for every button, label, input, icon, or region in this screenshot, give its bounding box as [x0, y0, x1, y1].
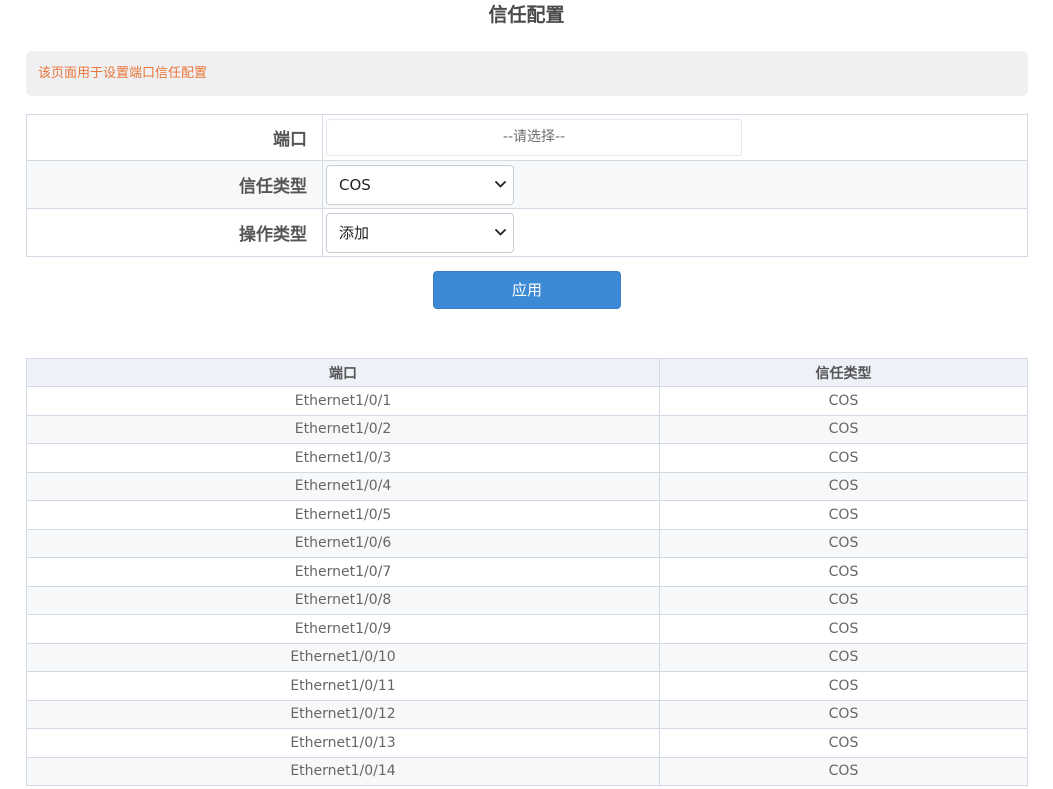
cell-port: Ethernet1/0/7 [26, 557, 660, 587]
cell-trust-type: COS [659, 386, 1028, 416]
table-row: Ethernet1/0/8 COS [26, 585, 1028, 615]
cell-port: Ethernet1/0/13 [26, 728, 660, 758]
table-row: Ethernet1/0/11 COS [26, 671, 1028, 701]
operation-type-selected-value: 添加 [339, 223, 370, 242]
column-header-port: 端口 [26, 358, 660, 387]
chevron-down-icon [494, 214, 506, 252]
cell-trust-type: COS [659, 528, 1028, 558]
page-description: 该页面用于设置端口信任配置 [26, 51, 1028, 96]
cell-port: Ethernet1/0/2 [26, 414, 660, 444]
table-row: Ethernet1/0/1 COS [26, 386, 1028, 416]
table-row: Ethernet1/0/3 COS [26, 443, 1028, 473]
table-header-row: 端口 信任类型 [26, 358, 1028, 387]
trust-type-label: 信任类型 [26, 160, 323, 209]
trust-type-select[interactable]: COS [326, 164, 514, 205]
cell-trust-type: COS [659, 471, 1028, 501]
cell-trust-type: COS [659, 756, 1028, 786]
table-row: Ethernet1/0/7 COS [26, 557, 1028, 587]
operation-type-cell: 添加 [322, 208, 1028, 257]
cell-port: Ethernet1/0/3 [26, 443, 660, 473]
chevron-down-icon [494, 166, 506, 204]
table-row: Ethernet1/0/14 COS [26, 756, 1028, 786]
table-row: Ethernet1/0/5 COS [26, 500, 1028, 530]
form-row-trust-type: 信任类型 COS [26, 160, 1028, 209]
cell-port: Ethernet1/0/4 [26, 471, 660, 501]
cell-port: Ethernet1/0/10 [26, 642, 660, 672]
cell-port: Ethernet1/0/11 [26, 671, 660, 701]
cell-trust-type: COS [659, 585, 1028, 615]
config-form: 端口 --请选择-- 信任类型 COS 操作类型 添加 [26, 114, 1028, 257]
trust-type-selected-value: COS [339, 175, 371, 194]
cell-trust-type: COS [659, 642, 1028, 672]
trust-config-table: 端口 信任类型 Ethernet1/0/1 COS Ethernet1/0/2 COS… [26, 358, 1028, 786]
cell-port: Ethernet1/0/1 [26, 386, 660, 416]
port-picker[interactable]: --请选择-- [326, 119, 742, 156]
form-row-port: 端口 --请选择-- [26, 114, 1028, 161]
table-row: Ethernet1/0/6 COS [26, 528, 1028, 558]
table-row: Ethernet1/0/2 COS [26, 414, 1028, 444]
table-row: Ethernet1/0/13 COS [26, 728, 1028, 758]
cell-port: Ethernet1/0/14 [26, 756, 660, 786]
cell-port: Ethernet1/0/9 [26, 614, 660, 644]
operation-type-select[interactable]: 添加 [326, 212, 514, 253]
operation-type-label: 操作类型 [26, 208, 323, 257]
cell-trust-type: COS [659, 557, 1028, 587]
cell-trust-type: COS [659, 443, 1028, 473]
table-row: Ethernet1/0/12 COS [26, 699, 1028, 729]
cell-trust-type: COS [659, 614, 1028, 644]
cell-trust-type: COS [659, 728, 1028, 758]
port-label: 端口 [26, 114, 323, 161]
cell-trust-type: COS [659, 500, 1028, 530]
cell-port: Ethernet1/0/6 [26, 528, 660, 558]
cell-trust-type: COS [659, 671, 1028, 701]
page-title: 信任配置 [488, 4, 565, 26]
table-row: Ethernet1/0/10 COS [26, 642, 1028, 672]
cell-port: Ethernet1/0/5 [26, 500, 660, 530]
table-row: Ethernet1/0/9 COS [26, 614, 1028, 644]
column-header-trust-type: 信任类型 [659, 358, 1028, 387]
port-cell: --请选择-- [322, 114, 1028, 161]
cell-trust-type: COS [659, 699, 1028, 729]
cell-port: Ethernet1/0/8 [26, 585, 660, 615]
form-row-operation-type: 操作类型 添加 [26, 208, 1028, 257]
trust-type-cell: COS [322, 160, 1028, 209]
cell-trust-type: COS [659, 414, 1028, 444]
cell-port: Ethernet1/0/12 [26, 699, 660, 729]
table-body: Ethernet1/0/1 COS Ethernet1/0/2 COS Ethernet… [26, 386, 1028, 786]
table-row: Ethernet1/0/4 COS [26, 471, 1028, 501]
apply-button[interactable]: 应用 [433, 271, 621, 309]
